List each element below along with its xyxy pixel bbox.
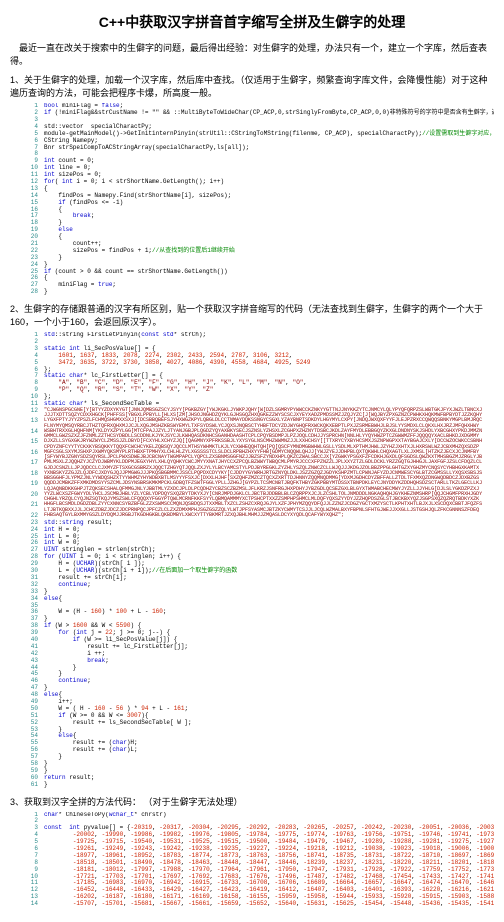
code-block-1: 1bool miniFlag = false; 2if (!miniFlag&&…	[24, 103, 494, 296]
section-2-head: 2、生僻字的存储跟普通的汉字有所区别，贴一个获取汉字拼音缩写的代码（无法查找到生…	[10, 302, 494, 328]
code-block-3: 1char* ChineseToPy(wchar_t* chrstr) 2 3c…	[24, 812, 494, 908]
section-1-head: 1、关于生僻字的处理，加载一个汉字库，然后库中查找。（仅适用于生僻字，频繁查询字…	[10, 73, 494, 99]
section-3-head: 3、获取到汉字全拼的方法代码： （对于生僻字无法处理）	[10, 795, 494, 808]
page-title: C++中获取汉字拼音首字缩写全拼及生僻字的处理	[10, 12, 494, 32]
intro-paragraph: 最近一直在改关于搜索中的生僻字的问题，最后得出经验：对生僻字的处理，办法只有一个…	[10, 42, 494, 67]
code-block-2: 1std::string FirstLetPinyin(const std* s…	[24, 332, 494, 788]
